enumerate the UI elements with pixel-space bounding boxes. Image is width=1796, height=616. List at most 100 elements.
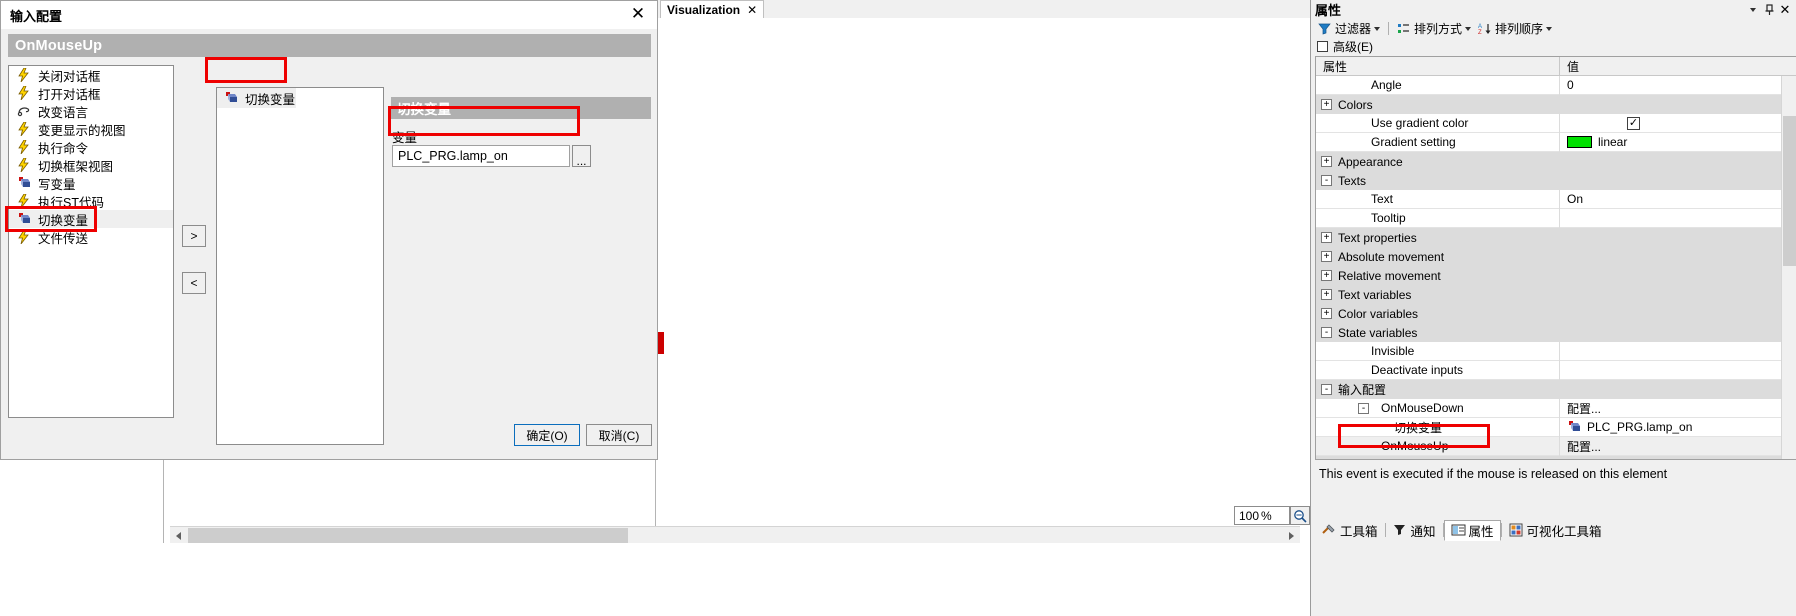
expand-icon[interactable]: + (1321, 156, 1332, 167)
available-actions-list[interactable]: 关闭对话框 打开对话框 改变语言 变更显示的视图 执行命令 切换框架视图 写变量 执行ST代码… (8, 65, 174, 418)
close-icon[interactable]: ✕ (627, 4, 649, 24)
assigned-action-item[interactable]: 切换变量 (217, 88, 296, 108)
property-value-cell[interactable] (1560, 456, 1796, 459)
collapse-icon[interactable]: - (1321, 384, 1332, 395)
property-row[interactable]: + Color variables (1316, 304, 1796, 323)
property-row[interactable]: + Text variables (1316, 285, 1796, 304)
expand-icon[interactable]: + (1321, 289, 1332, 300)
properties-grid-scrollbar[interactable] (1781, 76, 1796, 459)
list-item[interactable]: 执行ST代码 (9, 192, 173, 210)
chevron-down-icon[interactable] (1374, 26, 1381, 31)
panel-tab-3[interactable]: 属性 (1443, 519, 1501, 541)
property-row[interactable]: Gradient setting linear (1316, 132, 1796, 152)
property-row[interactable]: Angle 0 (1316, 75, 1796, 95)
property-value-cell[interactable] (1560, 323, 1796, 342)
property-value-cell[interactable] (1560, 266, 1796, 285)
expand-icon[interactable]: + (1321, 251, 1332, 262)
panel-tab-4[interactable]: 可视化工具箱 (1502, 520, 1609, 541)
property-row[interactable]: OnMouseUp 配置... (1316, 436, 1796, 456)
variable-input[interactable]: PLC_PRG.lamp_on (392, 145, 570, 167)
add-action-button[interactable]: > (182, 225, 206, 247)
expand-icon[interactable]: + (1321, 232, 1332, 243)
list-item[interactable]: 文件传送 (9, 228, 173, 246)
expand-icon[interactable]: + (1321, 308, 1332, 319)
caret-right-icon[interactable] (1283, 527, 1300, 544)
close-icon[interactable]: ✕ (1777, 2, 1793, 18)
chevron-down-icon[interactable] (1465, 26, 1472, 31)
list-item[interactable]: 执行命令 (9, 138, 173, 156)
list-item[interactable]: 打开对话框 (9, 84, 173, 102)
property-row[interactable]: + Absolute movement (1316, 247, 1796, 266)
property-value-cell[interactable]: 配置... (1560, 437, 1796, 456)
ok-button[interactable]: 确定(O) (514, 424, 580, 446)
zoom-tool-icon[interactable] (1290, 506, 1310, 525)
property-row[interactable]: Deactivate inputs (1316, 360, 1796, 380)
panel-tab-1[interactable]: 工具箱 (1315, 520, 1385, 541)
zoom-level-field[interactable]: 100 % (1234, 506, 1290, 525)
property-row[interactable]: Tooltip (1316, 208, 1796, 228)
filter-button[interactable]: 过滤器 (1316, 20, 1382, 37)
property-row[interactable]: Use gradient color ✓ (1316, 113, 1796, 133)
list-item[interactable]: 切换框架视图 (9, 156, 173, 174)
property-value-cell[interactable]: linear (1560, 133, 1796, 152)
property-value-cell[interactable]: 0 (1560, 76, 1796, 95)
scroll-thumb[interactable] (1783, 116, 1796, 266)
assigned-actions-list[interactable]: 切换变量 (216, 87, 384, 445)
scroll-thumb-horizontal[interactable] (188, 528, 628, 543)
property-value-cell[interactable] (1560, 152, 1796, 171)
close-icon[interactable]: ✕ (747, 2, 757, 19)
property-value-cell[interactable] (1560, 380, 1796, 399)
value-checkbox[interactable]: ✓ (1627, 116, 1640, 130)
list-item[interactable]: 改变语言 (9, 102, 173, 120)
property-row[interactable]: 切换变量 PLC_PRG.lamp_on (1316, 417, 1796, 437)
property-row[interactable]: - 输入配置 (1316, 380, 1796, 399)
property-row[interactable]: + Appearance (1316, 152, 1796, 171)
property-value-cell[interactable]: On (1560, 190, 1796, 209)
property-value-cell[interactable] (1560, 247, 1796, 266)
property-value-cell[interactable] (1560, 342, 1796, 361)
list-item[interactable]: 关闭对话框 (9, 66, 173, 84)
collapse-icon[interactable]: - (1358, 402, 1369, 414)
advanced-checkbox[interactable] (1317, 41, 1328, 52)
property-row[interactable]: - State variables (1316, 323, 1796, 342)
property-value-cell[interactable] (1560, 209, 1796, 228)
expand-icon[interactable]: + (1321, 270, 1332, 281)
collapse-icon[interactable]: - (1321, 175, 1332, 186)
property-row[interactable]: + Relative movement (1316, 266, 1796, 285)
property-value-cell[interactable] (1560, 304, 1796, 323)
property-value-cell[interactable]: PLC_PRG.lamp_on (1560, 418, 1796, 437)
property-row[interactable]: Invisible (1316, 341, 1796, 361)
property-row[interactable]: - OnMouseDown 配置... (1316, 398, 1796, 418)
property-value-cell[interactable] (1560, 228, 1796, 247)
canvas-horizontal-scrollbar[interactable] (170, 526, 1300, 543)
property-value-cell[interactable] (1560, 171, 1796, 190)
property-row[interactable]: + Text properties (1316, 228, 1796, 247)
property-value-cell[interactable]: 配置... (1560, 399, 1796, 418)
collapse-icon[interactable]: - (1321, 327, 1332, 338)
pin-icon[interactable] (1761, 2, 1777, 18)
chevron-down-icon[interactable] (1546, 26, 1553, 31)
property-value-cell[interactable] (1560, 95, 1796, 114)
caret-left-icon[interactable] (170, 527, 187, 544)
property-value-cell[interactable] (1560, 285, 1796, 304)
cancel-button[interactable]: 取消(C) (586, 424, 652, 446)
property-value-cell[interactable]: ✓ (1560, 114, 1796, 133)
property-row[interactable]: + Colors (1316, 95, 1796, 114)
panel-tab-2[interactable]: 通知 (1386, 520, 1443, 541)
expand-icon[interactable]: + (1321, 99, 1332, 110)
list-item[interactable]: 变更显示的视图 (9, 120, 173, 138)
list-item[interactable]: 写变量 (9, 174, 173, 192)
list-item[interactable]: 切换变量 (9, 210, 173, 228)
browse-variable-button[interactable]: ... (572, 145, 591, 167)
property-row[interactable]: Text On (1316, 189, 1796, 209)
remove-action-button[interactable]: < (182, 272, 206, 294)
property-row[interactable]: - Texts (1316, 171, 1796, 190)
advanced-checkbox-row[interactable]: 高级(E) (1311, 38, 1796, 55)
tab-visualization[interactable]: Visualization ✕ (660, 0, 765, 19)
property-row[interactable]: +Toggle (1316, 456, 1796, 459)
sort-order-button[interactable]: AZ 排列顺序 (1476, 20, 1554, 37)
chevron-down-icon[interactable] (1745, 2, 1761, 18)
sort-by-button[interactable]: 排列方式 (1395, 20, 1473, 37)
property-value-cell[interactable] (1560, 361, 1796, 380)
color-swatch[interactable] (1567, 136, 1592, 148)
